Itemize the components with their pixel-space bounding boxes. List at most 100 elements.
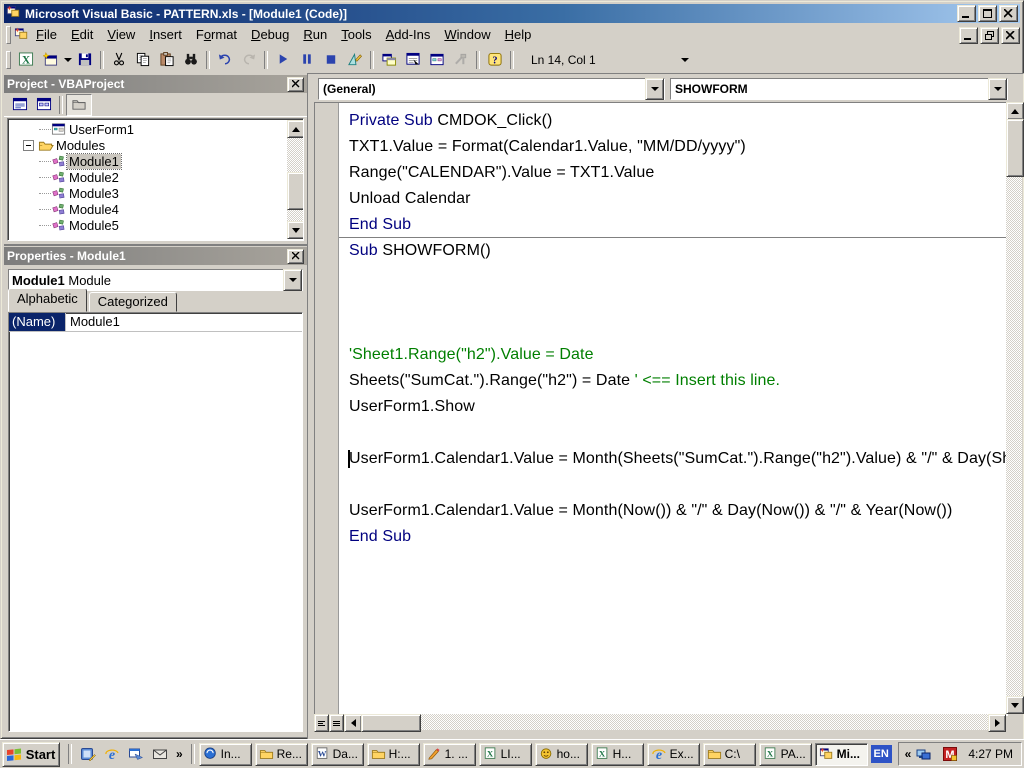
project-explorer-button[interactable]	[377, 49, 401, 71]
code-line[interactable]: 'Sheet1.Range("h2").Value = Date	[349, 342, 1007, 368]
child-close-button[interactable]	[1001, 27, 1020, 44]
save-button[interactable]	[73, 49, 97, 71]
task-button[interactable]: XLI...	[479, 743, 532, 766]
project-tree-scrollbar[interactable]	[287, 120, 303, 239]
project-panel-close-button[interactable]	[287, 77, 304, 92]
tray-network[interactable]	[916, 746, 937, 762]
project-panel-titlebar[interactable]: Project - VBAProject	[4, 75, 307, 93]
tree-item-module1[interactable]: Module1	[9, 153, 286, 169]
code-line[interactable]	[349, 420, 1007, 446]
tree-item-module5[interactable]: Module5	[9, 217, 286, 233]
copy-button[interactable]	[131, 49, 155, 71]
full-module-view-button[interactable]	[329, 714, 344, 732]
code-line[interactable]: TXT1.Value = Format(Calendar1.Value, "MM…	[349, 134, 1007, 160]
menu-insert[interactable]: Insert	[142, 25, 189, 45]
task-button[interactable]: Mi...	[815, 743, 868, 766]
child-restore-button[interactable]	[980, 27, 999, 44]
tab-alphabetic[interactable]: Alphabetic	[8, 288, 87, 312]
toggle-folders-button[interactable]	[66, 94, 92, 116]
task-button[interactable]: C:\	[703, 743, 756, 766]
menu-help[interactable]: Help	[498, 25, 539, 45]
code-horizontal-scrollbar[interactable]	[344, 714, 1006, 730]
reset-button[interactable]	[319, 49, 343, 71]
undo-button[interactable]	[213, 49, 237, 71]
redo-button[interactable]	[237, 49, 261, 71]
menubar-grip[interactable]	[6, 26, 11, 44]
code-vertical-scrollbar[interactable]	[1006, 102, 1022, 714]
child-minimize-button[interactable]	[959, 27, 978, 44]
code-line[interactable]: UserForm1.Calendar1.Value = Month(Sheets…	[349, 446, 1007, 472]
tab-categorized[interactable]: Categorized	[89, 292, 177, 312]
help-button[interactable]: ?	[483, 49, 507, 71]
tree-item-module3[interactable]: Module3	[9, 185, 286, 201]
scrollbar-thumb[interactable]	[361, 714, 421, 732]
toolbox-button[interactable]	[449, 49, 473, 71]
code-line[interactable]: End Sub	[349, 212, 1007, 238]
code-line[interactable]	[349, 472, 1007, 498]
tree-item-modules[interactable]: Modules	[9, 137, 286, 153]
quick-launch-show-desktop[interactable]	[78, 744, 98, 764]
menu-debug[interactable]: Debug	[244, 25, 296, 45]
tray-mcafee[interactable]: M	[942, 746, 963, 762]
menu-format[interactable]: Format	[189, 25, 244, 45]
menu-window[interactable]: Window	[437, 25, 497, 45]
scroll-right-button[interactable]	[988, 714, 1006, 732]
code-line[interactable]	[349, 290, 1007, 316]
toolbar-grip[interactable]	[6, 51, 11, 69]
procedure-view-button[interactable]	[314, 714, 329, 732]
run-sub-button[interactable]	[271, 49, 295, 71]
scrollbar-thumb[interactable]	[1006, 119, 1024, 177]
paste-button[interactable]	[155, 49, 179, 71]
insert-userform-button[interactable]	[38, 49, 62, 71]
combo-dropdown-button[interactable]	[988, 78, 1007, 100]
task-button[interactable]: Re...	[255, 743, 308, 766]
code-pane[interactable]: Private Sub CMDOK_Click()TXT1.Value = Fo…	[314, 102, 1008, 716]
property-value[interactable]: Module1	[66, 313, 302, 331]
code-line[interactable]	[349, 316, 1007, 342]
cut-button[interactable]	[107, 49, 131, 71]
quick-launch-outlook-express[interactable]	[126, 744, 146, 764]
menu-tools[interactable]: Tools	[334, 25, 378, 45]
property-row[interactable]: (Name)Module1	[9, 313, 302, 332]
scroll-up-button[interactable]	[287, 120, 304, 138]
property-name[interactable]: (Name)	[9, 313, 66, 331]
code-line[interactable]: Unload Calendar	[349, 186, 1007, 212]
task-button[interactable]: H:...	[367, 743, 420, 766]
properties-panel-close-button[interactable]	[287, 249, 304, 264]
tree-item-module2[interactable]: Module2	[9, 169, 286, 185]
combo-dropdown-button[interactable]	[645, 78, 664, 100]
view-code-button[interactable]	[8, 95, 32, 115]
task-button[interactable]: eEx...	[647, 743, 700, 766]
menu-view[interactable]: View	[100, 25, 142, 45]
properties-panel-titlebar[interactable]: Properties - Module1	[4, 247, 307, 265]
collapse-expander-icon[interactable]	[23, 140, 34, 151]
insert-userform-dropdown-button[interactable]	[62, 49, 73, 71]
code-line[interactable]: Range("CALENDAR").Value = TXT1.Value	[349, 160, 1007, 186]
quick-launch-internet-explorer[interactable]: e	[102, 744, 122, 764]
menu-run[interactable]: Run	[296, 25, 334, 45]
close-button[interactable]	[999, 5, 1018, 22]
object-dropdown[interactable]: (General)	[318, 78, 665, 100]
procedure-dropdown[interactable]: SHOWFORM	[670, 78, 1008, 100]
minimize-button[interactable]	[957, 5, 976, 22]
code-line[interactable]: UserForm1.Show	[349, 394, 1007, 420]
task-button[interactable]: In...	[199, 743, 252, 766]
tray-collapse-chevron[interactable]: «	[905, 747, 912, 761]
menu-file[interactable]: File	[29, 25, 64, 45]
module-window-icon[interactable]	[14, 27, 29, 44]
tree-item-module4[interactable]: Module4	[9, 201, 286, 217]
task-button[interactable]: 1. ...	[423, 743, 476, 766]
object-browser-button[interactable]	[425, 49, 449, 71]
scroll-up-button[interactable]	[1006, 102, 1024, 120]
scroll-left-button[interactable]	[344, 714, 362, 732]
view-object-button[interactable]	[32, 95, 56, 115]
combo-dropdown-button[interactable]	[283, 269, 302, 291]
quick-launch-mail[interactable]	[150, 744, 170, 764]
title-bar[interactable]: Microsoft Visual Basic - PATTERN.xls - […	[4, 4, 1020, 23]
menu-edit[interactable]: Edit	[64, 25, 100, 45]
code-text[interactable]: Private Sub CMDOK_Click()TXT1.Value = Fo…	[339, 103, 1007, 715]
task-button[interactable]: XH...	[591, 743, 644, 766]
code-line[interactable]: End Sub	[349, 524, 1007, 550]
code-line[interactable]	[349, 264, 1007, 290]
code-line[interactable]: Private Sub CMDOK_Click()	[349, 108, 1007, 134]
